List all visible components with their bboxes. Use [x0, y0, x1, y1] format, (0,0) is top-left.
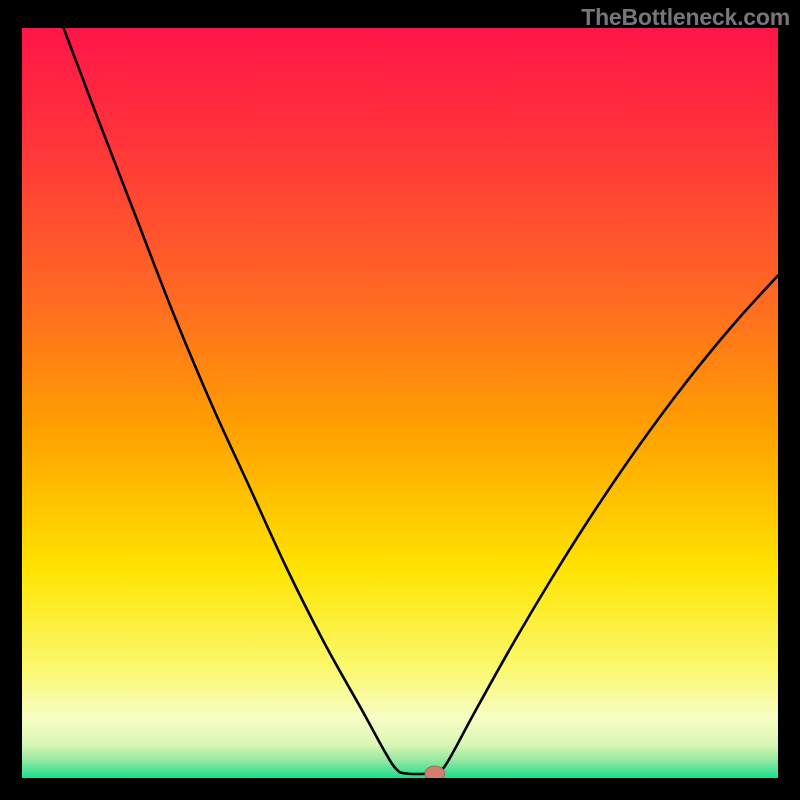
- chart-frame: TheBottleneck.com: [0, 0, 800, 800]
- attribution-text: TheBottleneck.com: [581, 4, 790, 31]
- chart-canvas: [0, 0, 800, 800]
- plot-background-gradient: [22, 28, 778, 778]
